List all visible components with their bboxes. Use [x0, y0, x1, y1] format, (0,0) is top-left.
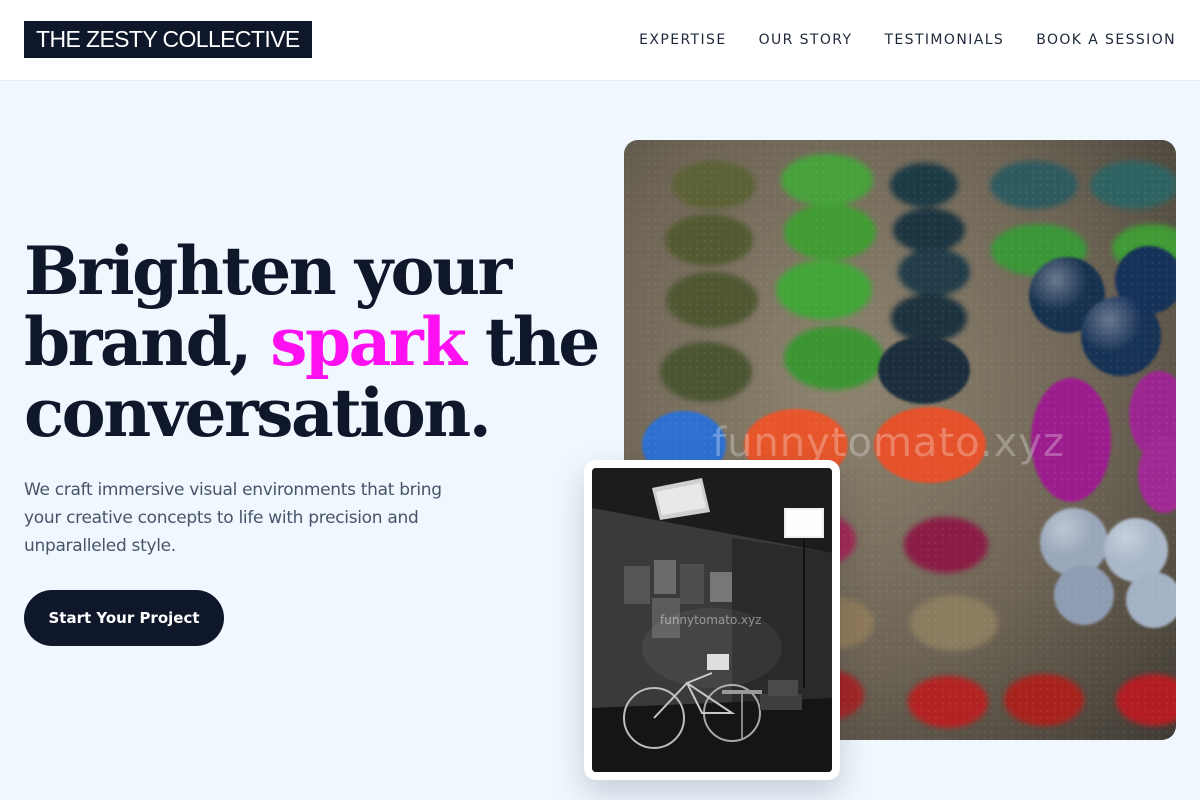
headline-line-3: conversation.: [24, 374, 492, 452]
logo[interactable]: THE ZESTY COLLECTIVE: [24, 21, 312, 58]
headline-the: the: [464, 303, 600, 381]
studio-photo: funnytomato.xyz: [592, 468, 832, 772]
headline-line-1: Brighten your: [24, 232, 512, 310]
studio-photo-card: funnytomato.xyz: [584, 460, 840, 780]
nav-book-a-session[interactable]: BOOK A SESSION: [1036, 30, 1176, 50]
main-nav: EXPERTISE OUR STORY TESTIMONIALS BOOK A …: [639, 30, 1176, 50]
inset-photo-watermark: funnytomato.xyz: [660, 613, 762, 627]
site-header: THE ZESTY COLLECTIVE EXPERTISE OUR STORY…: [0, 0, 1200, 81]
headline-line-2: brand, spark the: [24, 307, 604, 378]
headline-brand: brand,: [24, 303, 271, 381]
nav-testimonials[interactable]: TESTIMONIALS: [884, 30, 1004, 50]
hero-headline: Brighten your brand, spark the conversat…: [24, 236, 604, 449]
hero-subtext: We craft immersive visual environments t…: [24, 480, 442, 556]
headline-accent-word: spark: [270, 303, 467, 381]
start-project-button[interactable]: Start Your Project: [24, 590, 224, 646]
nav-our-story[interactable]: OUR STORY: [759, 30, 853, 50]
nav-expertise[interactable]: EXPERTISE: [639, 30, 726, 50]
